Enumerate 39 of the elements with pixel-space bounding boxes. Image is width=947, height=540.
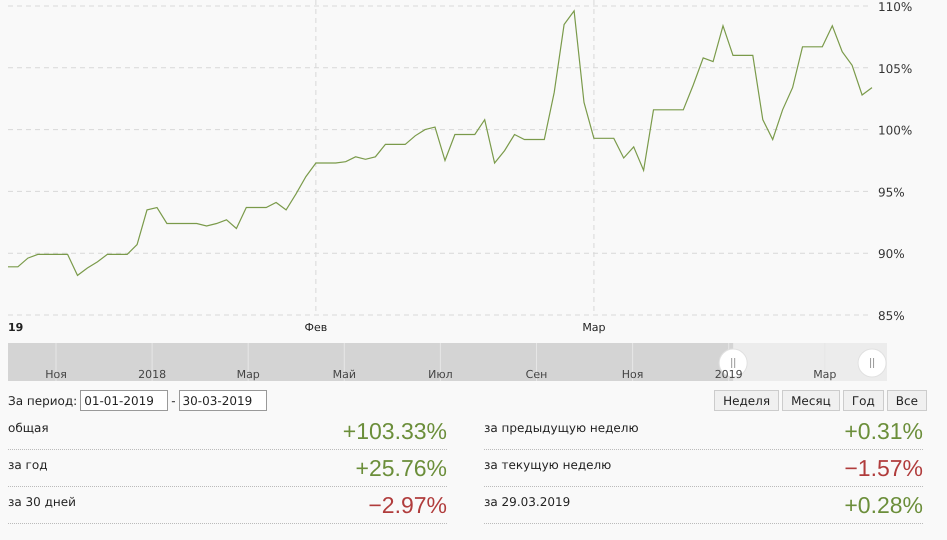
range-button[interactable]: Все [886,390,927,411]
y-axis-label: 110% [878,0,912,14]
stat-value: +103.33% [342,418,447,444]
y-axis-label: 105% [878,62,912,76]
timeline-label: Мар [236,368,260,381]
stat-value: +25.76% [356,454,447,482]
stat-label: за год [8,458,48,472]
timeline-label: 2018 [138,368,166,381]
x-axis-label: Фев [304,321,328,334]
period-label: За период: [8,394,78,408]
timeline-label: Мар [813,368,836,381]
stat-value: −1.57% [844,454,923,482]
stat-label: за 29.03.2019 [484,495,570,509]
timeline-label: Ноя [622,368,644,381]
y-axis-label: 100% [878,124,912,138]
y-axis-label: 95% [878,185,905,200]
stat-label: за текущую неделю [484,458,612,472]
stat-value: −2.97% [368,492,447,518]
stat-label: за 30 дней [8,495,76,509]
start-date-field[interactable]: 01-01-2019 [80,390,168,411]
timeline-label: Ноя [45,368,67,381]
stat-value: +0.31% [844,418,923,444]
y-axis-label: 90% [878,247,905,262]
stat-label: общая [8,421,49,435]
timeline-label: Сен [526,368,548,381]
timeline-label: Июл [428,368,453,381]
range-button[interactable]: Неделя [714,390,780,411]
range-button[interactable]: Год [842,390,884,411]
x-axis-label: Мар [582,321,606,334]
end-date-field[interactable]: 30-03-2019 [178,390,267,411]
x-axis-label: 19 [8,321,24,334]
stat-label: за предыдущую неделю [484,421,639,435]
timeline-label: Май [332,368,356,381]
timeline-label: 2019 [714,368,743,381]
range-handle[interactable] [858,348,887,378]
stat-value: +0.28% [844,492,923,518]
date-separator: - [171,394,176,408]
y-axis-label: 85% [878,309,905,323]
range-button[interactable]: Месяц [782,390,840,411]
